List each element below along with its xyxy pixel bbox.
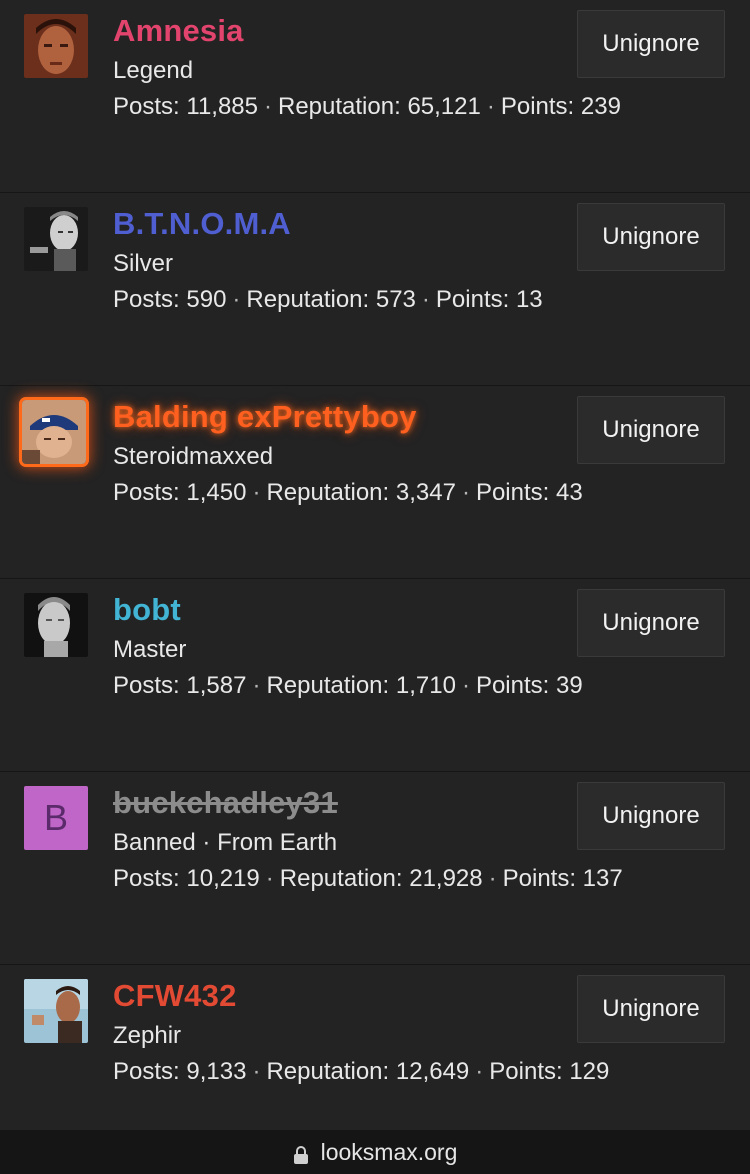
points-count: 39 [555,672,583,699]
reputation-count: 12,649 [395,1058,470,1085]
points-label: Points: [500,93,575,120]
points-count: 43 [555,479,583,506]
member-stats: Posts: 9,133 · Reputation: 12,649 · Points: … [113,1056,609,1088]
avatar[interactable] [24,14,88,78]
posts-count: 1,587 [186,672,247,699]
reputation-label: Reputation: [266,479,390,506]
member-stats: Posts: 590 · Reputation: 573 · Points: 13 [113,284,543,316]
member-stats: Posts: 1,450 · Reputation: 3,347 · Points: 4… [113,477,583,509]
reputation-count: 1,710 [395,672,456,699]
posts-label: Posts: [113,672,180,699]
posts-label: Posts: [113,479,180,506]
posts-count: 11,885 [186,93,258,120]
member-title: Legend [113,57,194,84]
reputation-count: 65,121 [407,93,481,120]
separator: · [252,479,261,506]
member-title: Zephir [113,1022,182,1049]
lock-icon [293,1143,309,1164]
points-count: 13 [515,286,543,313]
separator: · [264,93,272,120]
list-item: Amnesia Legend Posts: 11,885 · Reputation:… [0,0,750,193]
posts-label: Posts: [113,93,180,120]
member-title: Steroidmaxxed [113,443,274,470]
separator: · [461,479,470,506]
list-item: B.T.N.O.M.A Silver Posts: 590 · Reputation… [0,193,750,386]
member-username[interactable]: CFW432 [113,977,237,1015]
reputation-label: Reputation: [266,672,390,699]
posts-label: Posts: [113,1058,180,1085]
reputation-count: 21,928 [409,865,483,892]
member-title: Master [113,636,187,663]
separator: · [252,672,261,699]
member-stats: Posts: 10,219 · Reputation: 21,928 · Points:… [113,863,623,895]
list-item: B buckchadley31 Banned · From Earth Post… [0,772,750,965]
reputation-count: 3,347 [395,479,456,506]
unignore-button[interactable]: Unignore [577,975,725,1043]
member-title: Silver [113,250,174,277]
separator: · [421,286,430,313]
points-count: 137 [582,865,623,892]
points-count: 239 [580,93,621,120]
separator: · [461,672,470,699]
avatar[interactable]: B [24,786,88,850]
member-username[interactable]: Balding exPrettyboy [113,398,417,436]
unignore-button[interactable]: Unignore [577,203,725,271]
reputation-label: Reputation: [266,1058,390,1085]
reputation-count: 573 [375,286,416,313]
separator: · [265,865,274,892]
list-item: CFW432 Zephir Posts: 9,133 · Reputation: 1… [0,965,750,1157]
member-username[interactable]: Amnesia [113,12,244,50]
reputation-label: Reputation: [278,93,401,120]
posts-label: Posts: [113,286,180,313]
unignore-button[interactable]: Unignore [577,782,725,850]
separator: · [486,93,495,120]
list-item: bobt Master Posts: 1,587 · Reputation: 1,7… [0,579,750,772]
avatar[interactable] [24,979,88,1043]
points-label: Points: [475,672,550,699]
member-username[interactable]: bobt [113,591,181,629]
list-item: Balding exPrettyboy Steroidmaxxed Posts:… [0,386,750,579]
points-label: Points: [475,479,550,506]
separator: · [488,865,497,892]
separator: · [232,286,241,313]
points-count: 129 [569,1058,610,1085]
member-stats: Posts: 11,885 · Reputation: 65,121 · Points:… [113,91,621,123]
points-label: Points: [435,286,510,313]
unignore-button[interactable]: Unignore [577,396,725,464]
separator: · [475,1058,484,1085]
member-username[interactable]: buckchadley31 [113,784,338,822]
posts-label: Posts: [113,865,180,892]
member-title: Banned · From Earth [113,829,338,856]
member-username[interactable]: B.T.N.O.M.A [113,205,291,243]
avatar[interactable] [24,593,88,657]
posts-count: 1,450 [186,479,247,506]
ignored-members-page: Amnesia Legend Posts: 11,885 · Reputation:… [0,0,750,1174]
points-label: Points: [502,865,576,892]
avatar[interactable] [22,400,86,464]
ignored-members-list: Amnesia Legend Posts: 11,885 · Reputation:… [0,0,750,1157]
reputation-label: Reputation: [279,865,403,892]
unignore-button[interactable]: Unignore [577,589,725,657]
posts-count: 9,133 [186,1058,247,1085]
separator: · [252,1058,261,1085]
browser-url-bar[interactable]: looksmax.org [0,1130,750,1174]
reputation-label: Reputation: [246,286,370,313]
posts-count: 590 [186,286,227,313]
member-stats: Posts: 1,587 · Reputation: 1,710 · Points: 3… [113,670,583,702]
url-domain[interactable]: looksmax.org [321,1139,458,1166]
points-label: Points: [489,1058,563,1085]
avatar[interactable] [24,207,88,271]
unignore-button[interactable]: Unignore [577,10,725,78]
posts-count: 10,219 [186,865,260,892]
